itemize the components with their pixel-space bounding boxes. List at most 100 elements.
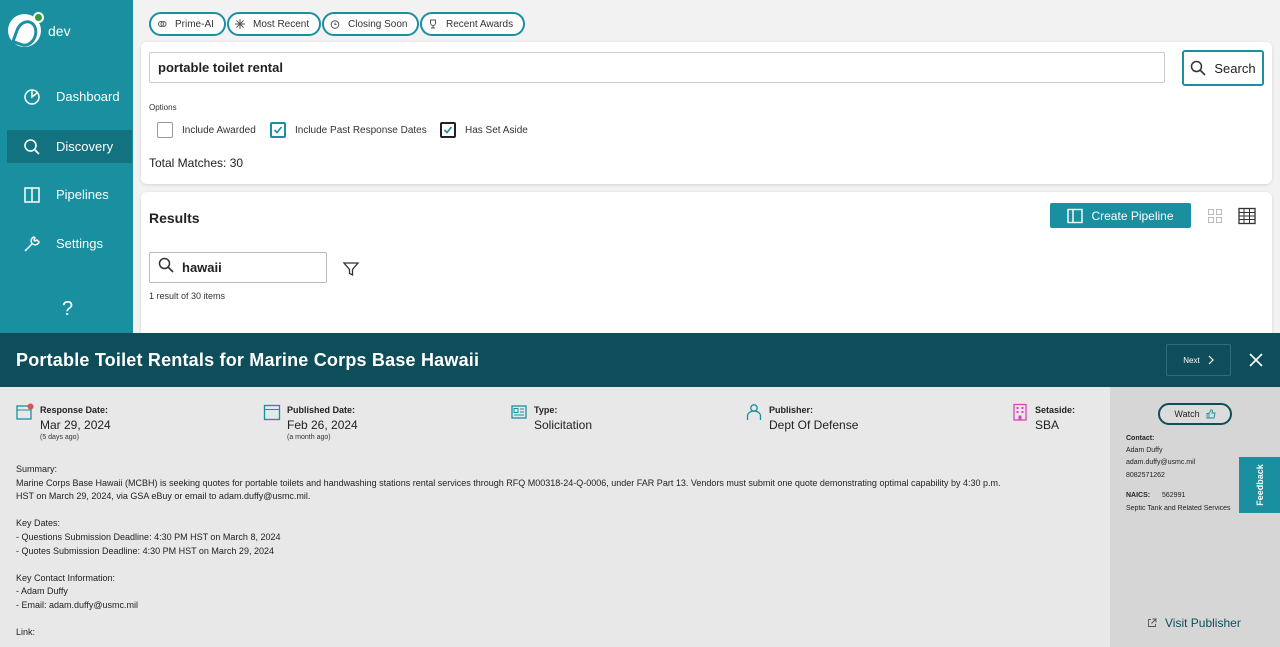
- next-label: Next: [1183, 355, 1200, 365]
- meta-label: Setaside:: [1035, 405, 1076, 415]
- wrench-icon: [23, 235, 41, 253]
- meta-value: Dept Of Defense: [769, 418, 859, 432]
- sidebar-item-discovery[interactable]: Discovery: [7, 130, 132, 163]
- next-button[interactable]: Next: [1166, 344, 1231, 376]
- contact-email[interactable]: adam.duffy@usmc.mil: [1126, 459, 1195, 466]
- alarm-icon: [330, 19, 340, 29]
- chip-most-recent[interactable]: Most Recent: [227, 12, 322, 36]
- option-label: Has Set Aside: [465, 124, 528, 136]
- naics-code: 562991: [1162, 492, 1186, 499]
- search-icon: [158, 257, 174, 278]
- sidebar: dev Dashboard Discovery Pipelines Settin…: [0, 0, 133, 333]
- chip-label: Most Recent: [253, 18, 310, 30]
- meta-publisher: Publisher: Dept Of Defense: [745, 403, 858, 432]
- logo-icon: [8, 12, 44, 47]
- visit-publisher-link[interactable]: Visit Publisher: [1147, 616, 1241, 630]
- search-icon: [1190, 60, 1206, 76]
- link-icon: [157, 19, 167, 29]
- meta-type: Type: Solicitation: [510, 403, 592, 432]
- pipelines-icon: [23, 186, 41, 204]
- meta-setaside: Setaside: SBA: [1011, 403, 1075, 432]
- chip-closing-soon[interactable]: Closing Soon: [322, 12, 420, 36]
- watch-label: Watch: [1174, 409, 1200, 419]
- sidebar-item-label: Settings: [56, 236, 103, 251]
- feedback-tab[interactable]: Feedback: [1239, 457, 1280, 513]
- search-icon: [23, 138, 41, 156]
- sidebar-item-label: Discovery: [56, 139, 114, 154]
- detail-header: Portable Toilet Rentals for Marine Corps…: [0, 333, 1280, 387]
- chevron-right-icon: [1208, 355, 1214, 365]
- search-input[interactable]: [149, 52, 1165, 83]
- sidebar-item-label: Pipelines: [56, 187, 109, 202]
- chip-prime-ai[interactable]: Prime-AI: [149, 12, 226, 36]
- sidebar-item-dashboard[interactable]: Dashboard: [7, 80, 132, 113]
- naics-description: Septic Tank and Related Services: [1126, 505, 1231, 512]
- meta-sub: (a month ago): [287, 434, 331, 441]
- search-button[interactable]: Search: [1182, 50, 1264, 86]
- table-view-icon[interactable]: [1238, 207, 1256, 225]
- sparkle-icon: [235, 19, 245, 29]
- thumbs-up-icon: [1206, 409, 1216, 419]
- sidebar-item-settings[interactable]: Settings: [7, 227, 132, 260]
- meta-label: Response Date:: [40, 405, 109, 415]
- external-link-icon: [1147, 618, 1157, 628]
- filter-icon[interactable]: [342, 261, 360, 282]
- result-count: 1 result of 30 items: [149, 291, 226, 301]
- meta-value: Mar 29, 2024: [40, 418, 111, 432]
- feedback-label: Feedback: [1254, 464, 1265, 506]
- close-icon[interactable]: [1248, 352, 1264, 368]
- option-include-past-response-dates[interactable]: Include Past Response Dates: [270, 122, 427, 138]
- watch-button[interactable]: Watch: [1158, 403, 1232, 425]
- create-pipeline-label: Create Pipeline: [1091, 208, 1174, 223]
- naics-label: NAICS:: [1126, 492, 1151, 499]
- sidebar-item-pipelines[interactable]: Pipelines: [7, 178, 132, 211]
- meta-value: Solicitation: [534, 418, 593, 432]
- detail-body: Response Date: Mar 29, 2024 (5 days ago)…: [0, 387, 1110, 647]
- meta-label: Publisher:: [769, 405, 814, 415]
- building-icon: [1011, 403, 1029, 421]
- logo[interactable]: dev: [8, 12, 71, 47]
- env-label: dev: [48, 22, 71, 39]
- checkbox-has-set-aside[interactable]: [440, 122, 456, 138]
- person-icon: [745, 403, 763, 421]
- option-include-awarded[interactable]: Include Awarded: [157, 122, 256, 138]
- visit-publisher-label: Visit Publisher: [1165, 616, 1241, 630]
- option-label: Include Awarded: [182, 124, 256, 136]
- newspaper-icon: [510, 403, 528, 421]
- create-pipeline-button[interactable]: Create Pipeline: [1050, 203, 1191, 228]
- trophy-icon: [428, 19, 438, 29]
- meta-label: Type:: [534, 405, 558, 415]
- dashboard-icon: [23, 88, 41, 106]
- detail-title: Portable Toilet Rentals for Marine Corps…: [16, 350, 480, 370]
- detail-side-panel: Watch Contact: Adam Duffy adam.duffy@usm…: [1110, 387, 1280, 647]
- sidebar-item-label: Dashboard: [56, 89, 120, 104]
- contact-phone: 8082571262: [1126, 472, 1165, 479]
- chip-label: Prime-AI: [175, 18, 214, 30]
- grid-view-icon[interactable]: [1206, 207, 1224, 225]
- option-label: Include Past Response Dates: [295, 124, 427, 136]
- contact-label: Contact:: [1126, 435, 1155, 442]
- search-button-label: Search: [1214, 60, 1256, 76]
- options-label: Options: [149, 103, 177, 112]
- option-has-set-aside[interactable]: Has Set Aside: [440, 122, 528, 138]
- calendar-icon: [263, 403, 281, 421]
- results-filter-input[interactable]: [182, 260, 312, 275]
- chip-label: Closing Soon: [348, 18, 408, 30]
- chip-label: Recent Awards: [446, 18, 514, 30]
- detail-summary: Summary: Marine Corps Base Hawaii (MCBH)…: [16, 464, 1001, 638]
- checkbox-include-awarded[interactable]: [157, 122, 173, 138]
- checkbox-include-past-response-dates[interactable]: [270, 122, 286, 138]
- meta-value: Feb 26, 2024: [287, 418, 358, 432]
- calendar-alert-icon: [16, 403, 34, 421]
- help-icon[interactable]: ?: [62, 298, 73, 321]
- meta-value: SBA: [1035, 418, 1060, 432]
- meta-response-date: Response Date: Mar 29, 2024 (5 days ago): [16, 403, 111, 441]
- contact-name: Adam Duffy: [1126, 447, 1163, 454]
- check-icon: [443, 126, 453, 134]
- meta-label: Published Date:: [287, 405, 356, 415]
- results-filter[interactable]: [149, 252, 327, 283]
- chip-recent-awards[interactable]: Recent Awards: [420, 12, 526, 36]
- results-title: Results: [149, 210, 200, 226]
- meta-sub: (5 days ago): [40, 434, 79, 441]
- meta-published-date: Published Date: Feb 26, 2024 (a month ag…: [263, 403, 358, 441]
